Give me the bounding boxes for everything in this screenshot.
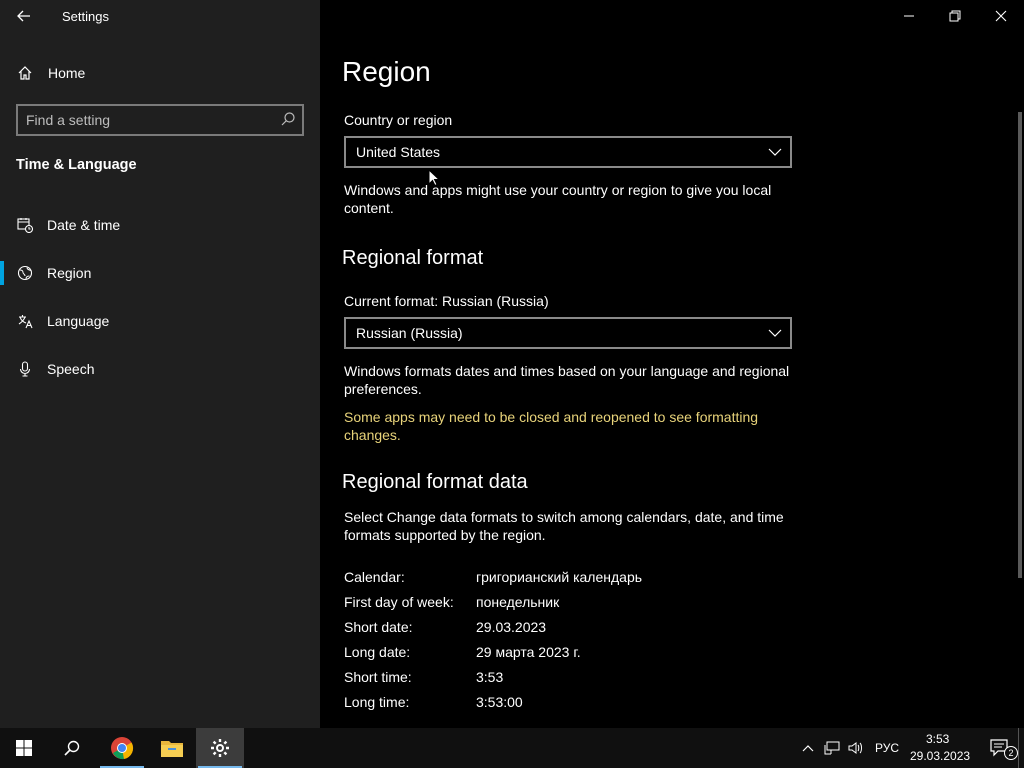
gear-icon [211, 739, 229, 757]
volume-button[interactable] [844, 728, 868, 768]
first-day-value: понедельник [476, 594, 560, 610]
sidebar-item-speech[interactable]: Speech [0, 347, 320, 391]
country-label: Country or region [344, 112, 453, 128]
minimize-icon [904, 15, 914, 17]
regional-format-dropdown-value: Russian (Russia) [356, 325, 463, 341]
short-date-label: Short date: [344, 619, 413, 635]
format-data-heading: Regional format data [342, 471, 528, 493]
language-icon [17, 313, 33, 329]
speaker-icon [848, 742, 862, 754]
clock-time[interactable]: 3:53 [926, 732, 949, 746]
current-format-label: Current format: Russian (Russia) [344, 293, 549, 309]
windows-logo-icon [16, 740, 32, 756]
notification-count-badge: 2 [1004, 746, 1018, 760]
mouse-cursor-icon [428, 168, 441, 192]
country-description: Windows and apps might use your country … [344, 182, 772, 216]
search-box[interactable] [16, 104, 304, 136]
start-button[interactable] [0, 728, 48, 768]
chevron-down-icon [768, 145, 782, 164]
section-title: Time & Language [16, 157, 137, 173]
restore-icon [949, 10, 961, 22]
back-button[interactable] [10, 4, 38, 28]
taskbar-chrome-button[interactable] [98, 728, 146, 768]
chrome-icon [111, 737, 134, 760]
first-day-label: First day of week: [344, 594, 454, 610]
sidebar-item-label: Date & time [47, 217, 121, 233]
network-button[interactable] [820, 728, 844, 768]
short-date-value: 29.03.2023 [476, 619, 547, 635]
formatting-warning: Some apps may need to be closed and reop… [344, 409, 759, 443]
long-time-value: 3:53:00 [476, 694, 523, 710]
regional-format-heading: Regional format [342, 247, 484, 269]
regional-format-description: Windows formats dates and times based on… [344, 363, 790, 397]
close-icon [995, 10, 1007, 22]
taskbar: РУС 3:53 29.03.2023 2 [0, 728, 1024, 768]
globe-icon [17, 265, 33, 281]
chevron-up-icon [802, 745, 814, 752]
home-label: Home [48, 65, 86, 81]
network-icon [824, 741, 840, 755]
sidebar-item-label: Region [47, 265, 92, 281]
long-time-label: Long time: [344, 694, 410, 710]
input-language-indicator[interactable]: РУС [875, 741, 899, 755]
country-dropdown-value: United States [356, 144, 441, 160]
show-hidden-icons-button[interactable] [796, 728, 820, 768]
back-arrow-icon [17, 10, 30, 22]
short-time-label: Short time: [344, 669, 412, 685]
sidebar-item-label: Language [47, 313, 110, 329]
home-nav-item[interactable]: Home [0, 58, 320, 88]
page-title: Region [342, 56, 431, 87]
calendar-value: григорианский календарь [476, 569, 643, 585]
taskbar-search-button[interactable] [48, 728, 96, 768]
home-icon [17, 65, 33, 86]
search-input[interactable] [26, 110, 276, 130]
chevron-down-icon [768, 326, 782, 345]
selection-indicator [0, 261, 4, 285]
minimize-button[interactable] [886, 0, 932, 32]
short-time-value: 3:53 [476, 669, 504, 685]
scrollbar[interactable] [1018, 112, 1022, 578]
show-desktop-divider[interactable] [1018, 728, 1019, 768]
search-icon[interactable] [280, 111, 296, 132]
long-date-value: 29 марта 2023 г. [476, 644, 581, 660]
sidebar-item-language[interactable]: Language [0, 299, 320, 343]
folder-icon [161, 741, 183, 757]
taskbar-file-explorer-button[interactable] [148, 728, 196, 768]
format-data-description: Select Change data formats to switch amo… [344, 509, 784, 543]
sidebar-item-region[interactable]: Region [0, 251, 320, 295]
regional-format-dropdown[interactable]: Russian (Russia) [344, 317, 792, 349]
search-icon [64, 740, 80, 756]
clock-date[interactable]: 29.03.2023 [910, 749, 970, 763]
calendar-label: Calendar: [344, 569, 405, 585]
restore-button[interactable] [932, 0, 978, 32]
sidebar: Settings Home Time & Language Date & tim… [0, 0, 320, 728]
country-dropdown[interactable]: United States [344, 136, 792, 168]
close-button[interactable] [978, 0, 1024, 32]
sidebar-item-date-time[interactable]: Date & time [0, 203, 320, 247]
action-center-button[interactable]: 2 [976, 728, 1024, 768]
microphone-icon [17, 361, 33, 377]
taskbar-settings-button[interactable] [196, 728, 244, 768]
calendar-clock-icon [17, 217, 34, 234]
window-title: Settings [62, 9, 109, 24]
sidebar-item-label: Speech [47, 361, 95, 377]
long-date-label: Long date: [344, 644, 411, 660]
